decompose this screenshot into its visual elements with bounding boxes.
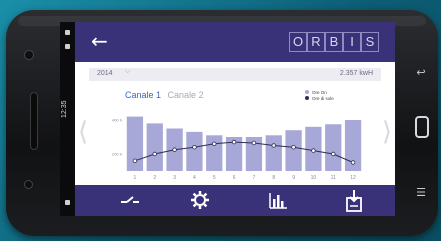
x-tick-label: 4	[193, 175, 196, 181]
x-tick-label: 11	[331, 175, 336, 181]
menu-key-icon[interactable]: ☰	[414, 186, 428, 199]
back-key-icon[interactable]: ↩	[414, 66, 428, 79]
chart-bar[interactable]	[206, 135, 223, 171]
sensor-icon	[24, 180, 33, 189]
y-tick-label: 200 h	[112, 152, 122, 157]
year-select[interactable]: 2014	[97, 70, 113, 77]
brand-letter: R	[307, 32, 325, 52]
chart-bar[interactable]	[146, 123, 163, 171]
camera-icon	[24, 50, 34, 60]
sun-hours-point[interactable]	[251, 140, 257, 146]
chart-area: ⟨ ⟩ Canale 1 Canale 2 Ore On Ore di sole…	[75, 85, 395, 185]
x-tick-label: 9	[292, 175, 295, 181]
signal-icon	[65, 44, 70, 49]
sun-hours-point[interactable]	[172, 147, 177, 152]
sun-hours-point[interactable]	[231, 139, 237, 145]
notification-icon	[65, 200, 70, 205]
status-time: 12:35	[61, 100, 68, 118]
chart-bar[interactable]	[325, 124, 342, 171]
brand-letter: O	[289, 32, 307, 52]
chart-bar[interactable]	[285, 130, 302, 171]
x-tick-label: 8	[272, 175, 275, 181]
speaker-grille	[30, 92, 38, 150]
home-key[interactable]	[415, 116, 429, 138]
chart-bar[interactable]	[265, 135, 282, 171]
sun-hours-point[interactable]	[350, 160, 356, 165]
sun-hours-point[interactable]	[291, 145, 296, 150]
monthly-chart: 400 h200 h1 2 3 4 5 6 7 8 9 10 11 12	[112, 116, 362, 181]
brand-logo: O R B I S	[289, 32, 379, 52]
sun-hours-point[interactable]	[212, 141, 217, 146]
sun-hours-point[interactable]	[271, 143, 276, 148]
switch-icon[interactable]	[119, 189, 141, 211]
y-tick-label: 400 h	[112, 118, 122, 123]
brand-letter: I	[343, 32, 361, 52]
chart-bar[interactable]	[186, 131, 203, 171]
status-bar	[60, 22, 75, 216]
sun-hours-point[interactable]	[152, 151, 157, 157]
x-tick-label: 7	[253, 175, 256, 181]
x-tick-label: 1	[134, 175, 137, 181]
bottom-nav	[75, 185, 395, 216]
arrow-left-icon[interactable]: ←	[91, 31, 108, 51]
x-tick-label: 12	[350, 175, 356, 181]
gear-icon[interactable]	[189, 189, 211, 211]
chevron-down-icon[interactable]: ⌵	[125, 68, 130, 76]
total-energy: 2.357 kwH	[339, 70, 373, 77]
bar-chart-icon[interactable]	[267, 189, 289, 211]
x-tick-label: 2	[153, 175, 156, 181]
download-icon[interactable]	[343, 189, 365, 213]
brand-letter: B	[325, 32, 343, 52]
x-tick-label: 6	[233, 175, 236, 181]
sun-hours-point[interactable]	[331, 151, 336, 157]
summary-bar: 2014 ⌵ 2.357 kwH	[75, 62, 395, 85]
x-tick-label: 10	[311, 175, 317, 181]
sun-hours-point[interactable]	[132, 158, 138, 163]
battery-icon	[65, 30, 70, 35]
sun-hours-point[interactable]	[192, 145, 197, 150]
brand-letter: S	[361, 32, 379, 52]
app-screen: ← O R B I S 2014 ⌵ 2.357 kwH ⟨ ⟩ Canale …	[75, 22, 395, 216]
x-tick-label: 5	[213, 175, 216, 181]
sun-hours-point[interactable]	[311, 148, 316, 153]
summary-strip[interactable]: 2014 ⌵ 2.357 kwH	[89, 68, 381, 81]
x-tick-label: 3	[173, 175, 176, 181]
top-bar: ← O R B I S	[75, 22, 395, 62]
